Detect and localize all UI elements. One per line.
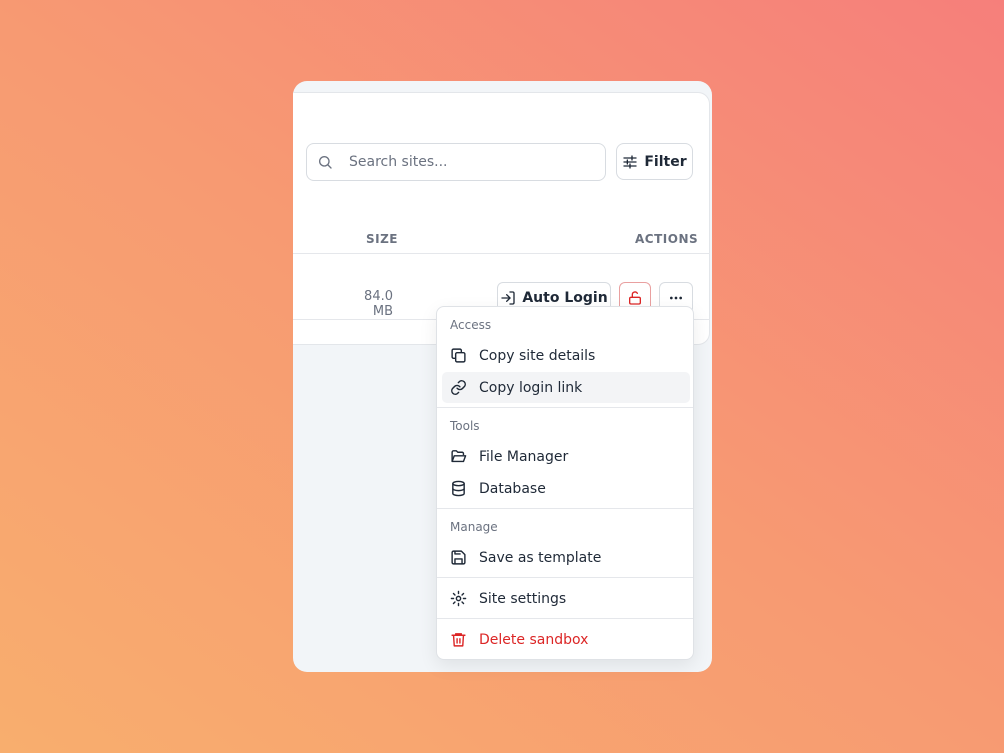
save-icon — [449, 549, 467, 567]
folder-open-icon — [449, 448, 467, 466]
menu-item-save-as-template[interactable]: Save as template — [442, 542, 690, 573]
column-header-size[interactable]: SIZE — [366, 232, 398, 246]
link-icon — [449, 379, 467, 397]
site-size: 84.0 MB — [364, 289, 393, 319]
auto-login-label: Auto Login — [522, 289, 608, 306]
menu-item-copy-login-link[interactable]: Copy login link — [442, 372, 690, 403]
menu-item-label: Copy login link — [479, 379, 583, 396]
menu-item-database[interactable]: Database — [442, 473, 690, 504]
menu-item-label: Delete sandbox — [479, 631, 589, 648]
search-input[interactable] — [349, 144, 599, 180]
header-divider — [293, 253, 710, 254]
menu-item-label: Copy site details — [479, 347, 596, 364]
filter-button[interactable]: Filter — [616, 143, 693, 180]
actions-menu: Access Copy site details Copy login link… — [436, 306, 694, 660]
search-box[interactable] — [306, 143, 606, 181]
menu-separator — [437, 407, 693, 408]
unlock-icon — [627, 290, 643, 306]
menu-item-file-manager[interactable]: File Manager — [442, 441, 690, 472]
menu-item-label: Save as template — [479, 549, 602, 566]
copy-icon — [449, 347, 467, 365]
menu-item-label: Database — [479, 480, 546, 497]
column-header-actions: ACTIONS — [635, 232, 699, 246]
menu-item-label: Site settings — [479, 590, 567, 607]
menu-item-site-settings[interactable]: Site settings — [442, 583, 690, 614]
sliders-icon — [622, 154, 638, 170]
filter-label: Filter — [644, 153, 687, 170]
trash-icon — [449, 631, 467, 649]
search-icon — [317, 154, 333, 170]
menu-item-copy-site-details[interactable]: Copy site details — [442, 340, 690, 371]
login-arrow-icon — [500, 290, 516, 306]
menu-separator — [437, 577, 693, 578]
menu-separator — [437, 618, 693, 619]
menu-group-label-manage: Manage — [450, 520, 498, 534]
menu-group-label-tools: Tools — [450, 419, 480, 433]
menu-separator — [437, 508, 693, 509]
menu-group-label-access: Access — [450, 318, 492, 332]
ellipsis-icon — [668, 290, 684, 306]
menu-item-delete-sandbox[interactable]: Delete sandbox — [442, 624, 690, 655]
database-icon — [449, 480, 467, 498]
gear-icon — [449, 590, 467, 608]
menu-item-label: File Manager — [479, 448, 569, 465]
